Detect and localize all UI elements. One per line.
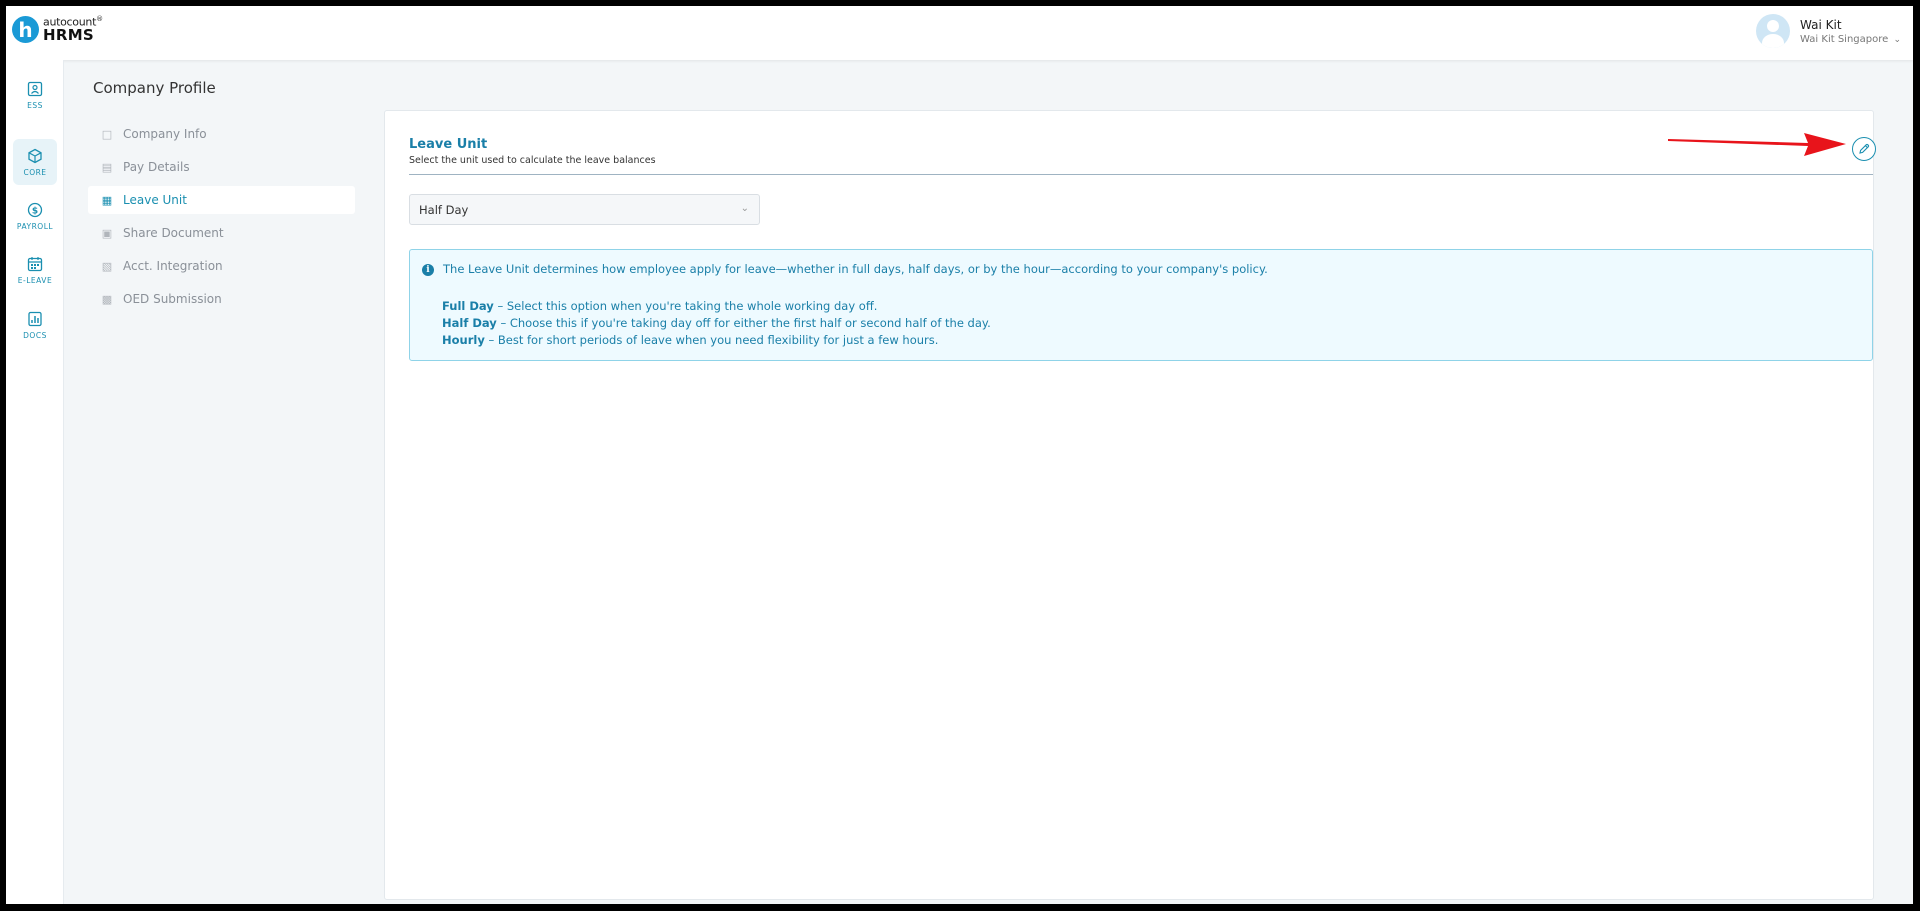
- info-line-hourly: Hourly – Best for short periods of leave…: [442, 333, 939, 347]
- svg-text:$: $: [32, 206, 38, 216]
- user-name: Wai Kit: [1800, 17, 1842, 32]
- calendar-icon: [27, 256, 43, 271]
- subnav-label: Acct. Integration: [123, 259, 223, 273]
- calendar-clock-icon: ▦: [101, 193, 113, 207]
- rail-label: DOCS: [23, 330, 47, 340]
- rail-label: E-LEAVE: [17, 275, 53, 285]
- rail-label: PAYROLL: [16, 221, 54, 231]
- chart-doc-icon: [28, 311, 42, 326]
- user-company: Wai Kit Singapore: [1800, 33, 1889, 45]
- subnav-label: Share Document: [123, 226, 224, 240]
- subnav-item-leave-unit[interactable]: ▦ Leave Unit: [88, 186, 355, 214]
- app-logo[interactable]: h autocount® HRMS: [12, 16, 103, 43]
- module-rail: ESS CORE $ PAYROLL E-LEAVE DOCS: [6, 60, 64, 904]
- leave-unit-select[interactable]: Half Day ⌄: [409, 194, 760, 225]
- info-box: i The Leave Unit determines how employee…: [409, 249, 1873, 361]
- receipt-icon: ▤: [101, 160, 113, 174]
- id-card-icon: [27, 81, 43, 96]
- logo-product: HRMS: [43, 25, 95, 44]
- avatar[interactable]: [1756, 14, 1791, 48]
- top-bar: h autocount® HRMS Wai Kit Wai Kit Singap…: [6, 6, 1913, 60]
- rail-item-core[interactable]: CORE: [13, 139, 57, 185]
- rail-label: ESS: [27, 100, 43, 110]
- info-lines: Full Day – Select this option when you'r…: [442, 298, 991, 349]
- subnav-label: Pay Details: [123, 160, 190, 174]
- info-icon: i: [422, 264, 434, 276]
- pencil-icon: [1859, 143, 1870, 154]
- edit-button[interactable]: [1852, 137, 1876, 161]
- red-arrow-annotation: [1668, 133, 1846, 156]
- logo-mark: h: [12, 16, 39, 43]
- integration-icon: ▧: [101, 259, 113, 273]
- subnav-item-acct-integration[interactable]: ▧ Acct. Integration: [88, 252, 355, 280]
- rail-item-ess[interactable]: ESS: [13, 72, 57, 118]
- info-line-full-day: Full Day – Select this option when you'r…: [442, 299, 878, 313]
- rail-label: CORE: [23, 167, 47, 177]
- cube-icon: [28, 148, 42, 163]
- page-title: Company Profile: [93, 79, 216, 97]
- subnav-item-share-document[interactable]: ▣ Share Document: [88, 219, 355, 247]
- app-frame: h autocount® HRMS Wai Kit Wai Kit Singap…: [6, 6, 1913, 904]
- chevron-down-icon: ⌄: [740, 203, 749, 214]
- document-share-icon: ▣: [101, 226, 113, 240]
- user-menu[interactable]: Wai Kit Wai Kit Singapore ⌄: [1756, 14, 1901, 48]
- card-title: Leave Unit: [409, 137, 488, 152]
- leave-unit-card: Leave Unit Select the unit used to calcu…: [384, 110, 1876, 900]
- card-subtitle: Select the unit used to calculate the le…: [409, 155, 656, 166]
- divider: [409, 174, 1873, 175]
- info-intro: The Leave Unit determines how employee a…: [443, 262, 1268, 276]
- select-value: Half Day: [419, 202, 469, 217]
- logo-trademark: ®: [96, 15, 103, 24]
- subnav-label: Leave Unit: [123, 193, 187, 207]
- building-icon: □: [101, 127, 113, 141]
- rail-item-payroll[interactable]: $ PAYROLL: [13, 193, 57, 239]
- dollar-icon: $: [27, 202, 43, 217]
- subnav-item-company-info[interactable]: □ Company Info: [88, 120, 355, 148]
- subnav-item-pay-details[interactable]: ▤ Pay Details: [88, 153, 355, 181]
- rail-item-docs[interactable]: DOCS: [13, 302, 57, 348]
- subnav-label: OED Submission: [123, 292, 222, 306]
- rail-item-e-leave[interactable]: E-LEAVE: [13, 247, 57, 293]
- info-line-half-day: Half Day – Choose this if you're taking …: [442, 316, 991, 330]
- profile-subnav: □ Company Info ▤ Pay Details ▦ Leave Uni…: [88, 120, 355, 318]
- subnav-item-oed-submission[interactable]: ▩ OED Submission: [88, 285, 355, 313]
- chevron-down-icon[interactable]: ⌄: [1893, 35, 1901, 45]
- submission-icon: ▩: [101, 292, 113, 306]
- subnav-label: Company Info: [123, 127, 207, 141]
